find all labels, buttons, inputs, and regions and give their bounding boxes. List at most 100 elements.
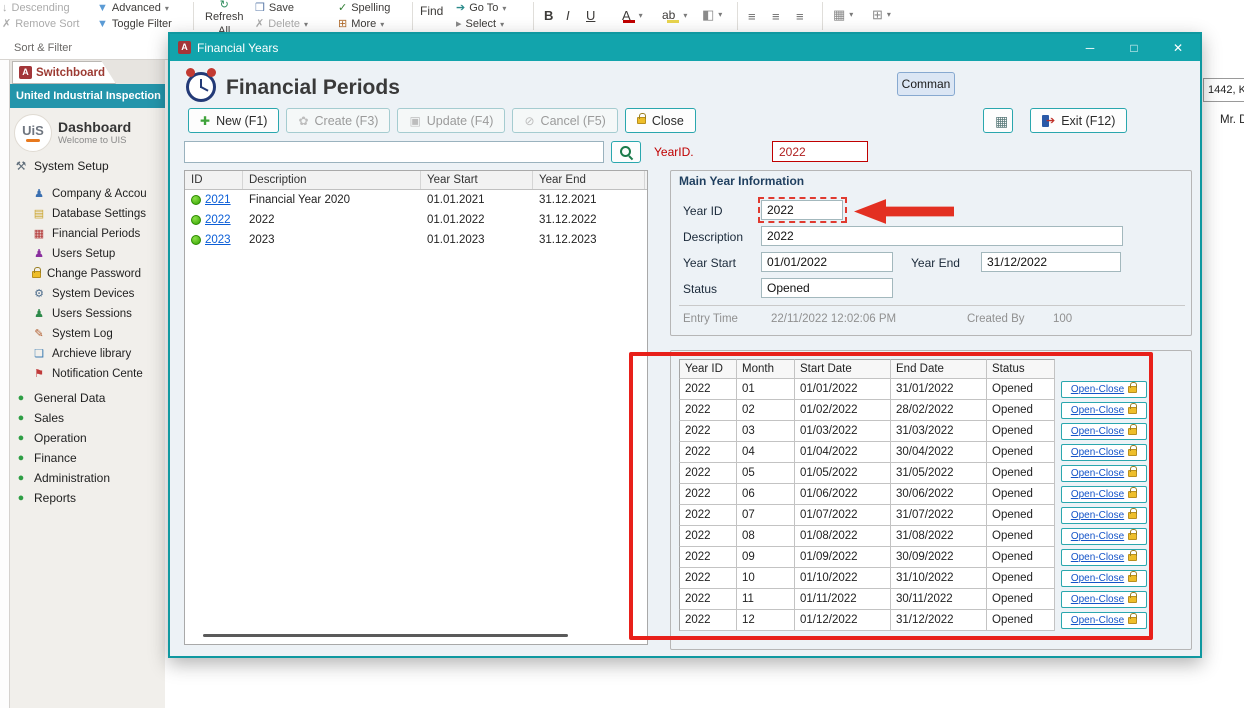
sidebar-item-system-devices[interactable]: ⚙System Devices: [10, 284, 165, 304]
horizontal-scrollbar[interactable]: [203, 634, 568, 637]
align-left-button[interactable]: ≡: [748, 9, 756, 24]
sidebar-item-users-sessions[interactable]: ♟Users Sessions: [10, 304, 165, 324]
sidebar-item-operation[interactable]: ● Operation: [10, 428, 165, 448]
update-button[interactable]: ▣Update (F4): [397, 108, 505, 133]
sidebar-item-company-accou[interactable]: ♟Company & Accou: [10, 184, 165, 204]
ribbon-spelling-button[interactable]: ✓ Spelling: [338, 2, 390, 14]
open-close-button[interactable]: Open-Close: [1061, 486, 1147, 503]
create-button[interactable]: ✿Create (F3): [286, 108, 390, 133]
ribbon-descending-button[interactable]: ↓ Descending: [2, 2, 70, 14]
description-cell: 2022: [243, 210, 421, 230]
open-close-button[interactable]: Open-Close: [1061, 549, 1147, 566]
column-header[interactable]: Year End: [533, 171, 645, 189]
created-by-value: 100: [1053, 313, 1072, 325]
column-header[interactable]: Description: [243, 171, 421, 189]
column-header[interactable]: ID: [185, 171, 243, 189]
year-link[interactable]: 2021: [205, 194, 231, 206]
bold-button[interactable]: B: [544, 8, 553, 23]
open-close-button[interactable]: Open-Close: [1061, 570, 1147, 587]
sidebar-item-reports[interactable]: ●Reports: [10, 488, 165, 508]
highlight-button[interactable]: ab ▾: [662, 8, 687, 22]
years-row[interactable]: 2021Financial Year 202001.01.202131.12.2…: [185, 190, 647, 210]
lock-icon: [1128, 596, 1137, 603]
nav-pane-shutter[interactable]: [0, 60, 10, 708]
operation-icon: ●: [14, 433, 28, 444]
sidebar-item-notification-cente[interactable]: ⚑Notification Cente: [10, 364, 165, 384]
column-header[interactable]: Month: [737, 359, 795, 379]
open-close-button[interactable]: Open-Close: [1061, 528, 1147, 545]
year-link[interactable]: 2022: [205, 214, 231, 226]
command-button[interactable]: Comman: [897, 72, 955, 96]
ribbon-save-button[interactable]: ❒ Save: [255, 2, 294, 14]
cancel-button[interactable]: ⊘Cancel (F5): [512, 108, 617, 133]
exit-button[interactable]: ➔ Exit (F12): [1030, 108, 1127, 133]
sidebar-item-financial-periods[interactable]: ▦Financial Periods: [10, 224, 165, 244]
window-titlebar[interactable]: A Financial Years ─ □ ✕: [170, 34, 1200, 61]
search-input[interactable]: [184, 141, 604, 163]
years-row[interactable]: 2023202301.01.202331.12.2023: [185, 230, 647, 250]
open-close-button[interactable]: Open-Close: [1061, 423, 1147, 440]
sidebar-item-administration[interactable]: ●Administration: [10, 468, 165, 488]
year-start-input[interactable]: [761, 252, 893, 272]
column-header[interactable]: Start Date: [795, 359, 891, 379]
open-close-button[interactable]: Open-Close: [1061, 444, 1147, 461]
open-close-button[interactable]: Open-Close: [1061, 465, 1147, 482]
ribbon-remove-sort-button[interactable]: ✗ Remove Sort: [2, 18, 79, 30]
year-end-input[interactable]: [981, 252, 1121, 272]
column-header[interactable]: End Date: [891, 359, 987, 379]
description-input[interactable]: [761, 226, 1123, 246]
maximize-button[interactable]: □: [1112, 34, 1156, 61]
open-close-button[interactable]: Open-Close: [1061, 612, 1147, 629]
ribbon-select-button[interactable]: ▸ Select ▾: [456, 18, 504, 30]
column-header[interactable]: Year ID: [679, 359, 737, 379]
ribbon-toggle-filter-button[interactable]: ▼ Toggle Filter: [97, 18, 172, 30]
lock-icon: [1128, 386, 1137, 393]
sidebar-item-users-setup[interactable]: ♟Users Setup: [10, 244, 165, 264]
action-column-header: [1055, 359, 1149, 379]
status-input[interactable]: [761, 278, 893, 298]
year-link[interactable]: 2023: [205, 234, 231, 246]
search-button[interactable]: [611, 141, 641, 163]
ribbon-remove-sort-label: Remove Sort: [15, 18, 79, 30]
font-color-button[interactable]: A ▾: [622, 8, 643, 23]
ribbon-advanced-button[interactable]: ▼ Advanced ▾: [97, 2, 169, 14]
table-style-button[interactable]: ⊞ ▾: [872, 8, 891, 21]
tab-switchboard[interactable]: A Switchboard: [12, 61, 116, 84]
sidebar-item-sales[interactable]: ●Sales: [10, 408, 165, 428]
underline-button[interactable]: U: [586, 8, 595, 23]
yearid-input[interactable]: [772, 141, 868, 162]
sidebar-item-general-data[interactable]: ●General Data: [10, 388, 165, 408]
sidebar-item-archieve-library[interactable]: ❏Archieve library: [10, 344, 165, 364]
ribbon-delete-button[interactable]: ✗ Delete ▾: [255, 18, 308, 30]
new-button[interactable]: ✚New (F1): [188, 108, 279, 133]
close-button[interactable]: Close: [625, 108, 696, 133]
month-cell: 09: [737, 547, 795, 568]
italic-button[interactable]: I: [566, 8, 570, 23]
gridlines-button[interactable]: ▦ ▾: [833, 8, 853, 21]
minimize-button[interactable]: ─: [1068, 34, 1112, 61]
status-dot-icon: [191, 235, 201, 245]
column-header[interactable]: Status: [987, 359, 1055, 379]
align-right-button[interactable]: ≡: [796, 9, 804, 24]
sidebar-item-system-log[interactable]: ✎System Log: [10, 324, 165, 344]
sidebar-item-finance[interactable]: ●Finance: [10, 448, 165, 468]
close-window-button[interactable]: ✕: [1156, 34, 1200, 61]
align-center-button[interactable]: ≡: [772, 9, 780, 24]
calculator-button[interactable]: ▦: [983, 108, 1013, 133]
sidebar-item-label: Operation: [34, 431, 87, 445]
sidebar-item-change-password[interactable]: Change Password: [10, 264, 165, 284]
column-header[interactable]: Year Start: [421, 171, 533, 189]
fill-color-button[interactable]: ◧ ▾: [702, 8, 722, 21]
years-row[interactable]: 2022202201.01.202231.12.2022: [185, 210, 647, 230]
ribbon-more-button[interactable]: ⊞ More ▾: [338, 18, 384, 30]
open-close-button[interactable]: Open-Close: [1061, 507, 1147, 524]
open-close-button[interactable]: Open-Close: [1061, 381, 1147, 398]
sidebar-item-database-settings[interactable]: ▤Database Settings: [10, 204, 165, 224]
open-close-button[interactable]: Open-Close: [1061, 402, 1147, 419]
open-close-label: Open-Close: [1071, 532, 1124, 542]
ribbon-find-button[interactable]: Find: [420, 4, 443, 19]
year-id-input[interactable]: [761, 200, 843, 220]
open-close-button[interactable]: Open-Close: [1061, 591, 1147, 608]
sidebar-item-system-setup[interactable]: ⚒ System Setup: [10, 156, 165, 176]
ribbon-goto-button[interactable]: ➔ Go To ▾: [456, 2, 506, 14]
